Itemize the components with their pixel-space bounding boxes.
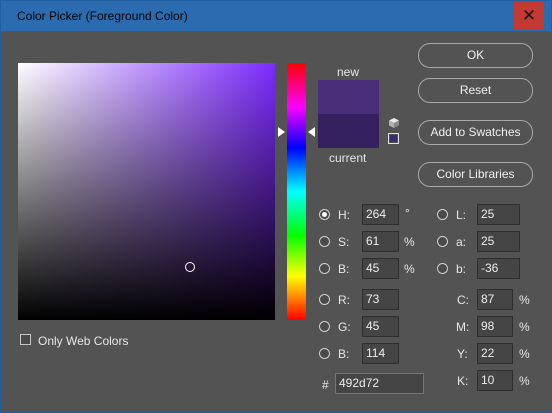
color-picker-dialog: Color Picker (Foreground Color) ✕ new cu…	[0, 0, 552, 413]
degree-unit: °	[405, 206, 410, 220]
lab-a-label: a:	[456, 235, 467, 249]
saturation-unit: %	[404, 235, 415, 249]
hex-label: #	[322, 378, 329, 392]
brightness-input[interactable]: 45	[362, 258, 399, 279]
hue-input[interactable]: 264	[362, 204, 399, 225]
radio-lab-a[interactable]	[437, 236, 448, 247]
magenta-label: M:	[456, 320, 470, 334]
current-color-label: current	[329, 151, 367, 165]
close-icon: ✕	[521, 6, 537, 25]
ok-button[interactable]: OK	[418, 43, 533, 68]
color-libraries-button[interactable]: Color Libraries	[418, 162, 533, 187]
radio-hue[interactable]	[319, 209, 330, 220]
saturation-input[interactable]: 61	[362, 231, 399, 252]
add-to-swatches-button[interactable]: Add to Swatches	[418, 120, 533, 145]
color-field-black-gradient	[18, 63, 275, 320]
lab-b-label: b:	[456, 262, 467, 276]
radio-lab-l[interactable]	[437, 209, 448, 220]
cyan-input[interactable]: 87	[477, 289, 513, 310]
hue-slider[interactable]	[287, 63, 306, 320]
magenta-input[interactable]: 98	[477, 316, 513, 337]
radio-brightness[interactable]	[319, 263, 330, 274]
dialog-title: Color Picker (Foreground Color)	[17, 9, 188, 23]
hue-slider-right-arrow-icon[interactable]	[308, 127, 315, 137]
saturation-label: S:	[338, 235, 350, 249]
blue-label: B:	[338, 347, 350, 361]
color-field-selector-circle[interactable]	[185, 262, 195, 272]
radio-red[interactable]	[319, 294, 330, 305]
radio-green[interactable]	[319, 321, 330, 332]
yellow-input[interactable]: 22	[477, 343, 513, 364]
new-color-swatch	[318, 80, 379, 114]
green-input[interactable]: 45	[362, 316, 399, 337]
radio-saturation[interactable]	[319, 236, 330, 247]
hex-input[interactable]: 492d72	[335, 373, 424, 394]
magenta-unit: %	[519, 320, 530, 334]
cube-icon[interactable]	[388, 117, 400, 129]
radio-blue[interactable]	[319, 348, 330, 359]
cyan-label: C:	[457, 293, 469, 307]
reset-button[interactable]: Reset	[418, 78, 533, 103]
current-color-swatch[interactable]	[318, 114, 379, 148]
lab-a-input[interactable]: 25	[477, 231, 520, 252]
black-label: K:	[457, 374, 469, 388]
title-bar: Color Picker (Foreground Color) ✕	[1, 1, 551, 31]
web-safe-color-icon[interactable]	[388, 133, 399, 144]
red-label: R:	[338, 293, 350, 307]
black-input[interactable]: 10	[477, 370, 513, 391]
yellow-unit: %	[519, 347, 530, 361]
green-label: G:	[338, 320, 351, 334]
blue-input[interactable]: 114	[362, 343, 399, 364]
red-input[interactable]: 73	[362, 289, 399, 310]
hue-slider-left-arrow-icon[interactable]	[278, 127, 285, 137]
new-color-label: new	[337, 65, 360, 79]
close-button[interactable]: ✕	[514, 2, 544, 30]
yellow-label: Y:	[457, 347, 468, 361]
brightness-label: B:	[338, 262, 350, 276]
hue-label: H:	[338, 208, 350, 222]
lab-l-input[interactable]: 25	[477, 204, 520, 225]
cyan-unit: %	[519, 293, 530, 307]
radio-lab-b[interactable]	[437, 263, 448, 274]
black-unit: %	[519, 374, 530, 388]
color-field[interactable]	[18, 63, 275, 320]
lab-l-label: L:	[456, 208, 467, 222]
only-web-colors-checkbox[interactable]	[20, 334, 31, 345]
only-web-colors-label: Only Web Colors	[38, 334, 129, 348]
lab-b-input[interactable]: -36	[477, 258, 520, 279]
brightness-unit: %	[404, 262, 415, 276]
